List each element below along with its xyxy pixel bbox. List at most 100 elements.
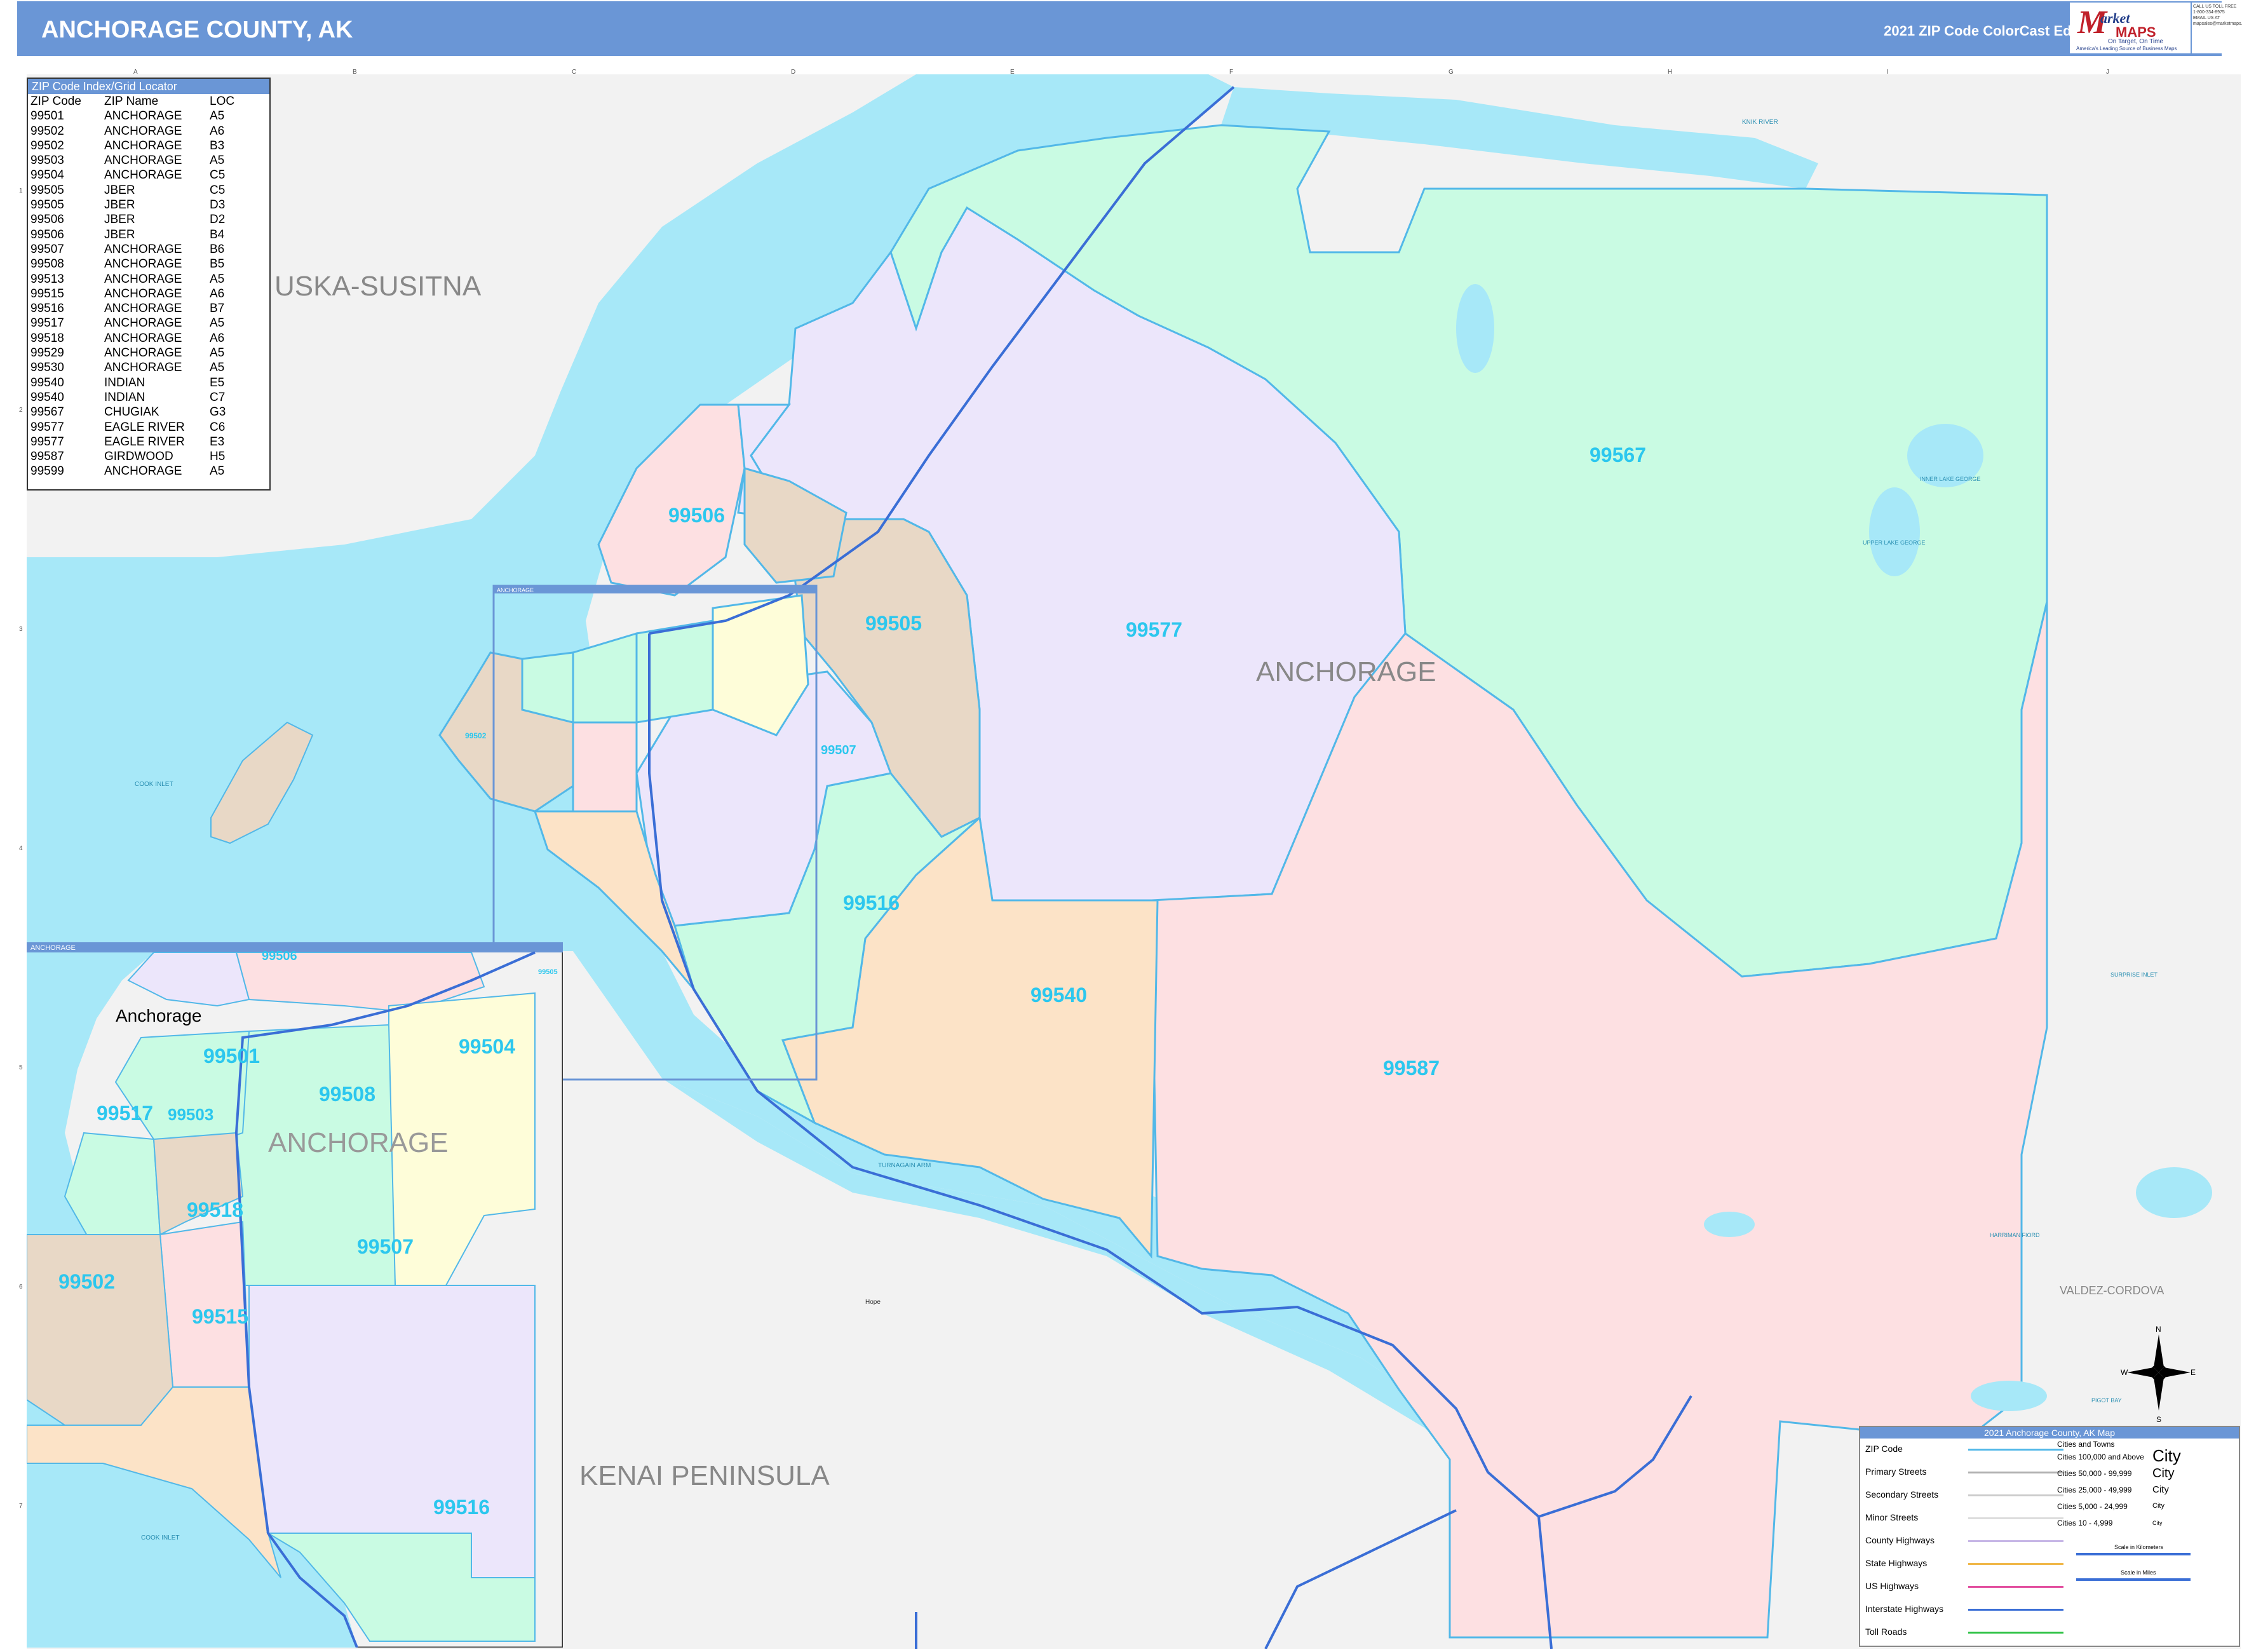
table-row[interactable]: 99567 CHUGIAK G3 (29, 405, 236, 419)
name-cell: JBER (104, 213, 135, 227)
edition-label: 2021 ZIP Code ColorCast Edition (1884, 23, 2101, 39)
lake (2136, 1167, 2212, 1218)
loc-cell: H5 (210, 450, 226, 464)
loc-cell: A6 (210, 124, 225, 138)
region-label-valdez: VALDEZ-CORDOVA (2060, 1284, 2164, 1297)
table-row[interactable]: 99577 EAGLE RIVER E3 (29, 435, 236, 449)
zip-99518-area[interactable] (572, 721, 638, 813)
table-row[interactable]: 99504 ANCHORAGE C5 (29, 168, 236, 182)
name-cell: ANCHORAGE (104, 287, 182, 301)
table-row[interactable]: 99502 ANCHORAGE A6 (29, 124, 236, 139)
table-row[interactable]: 99501 ANCHORAGE A5 (29, 109, 236, 123)
inset-zip-label: 99517 (97, 1102, 153, 1125)
loc-cell: E5 (210, 376, 225, 389)
contact-line: 1-800-334-8975 (2193, 10, 2225, 15)
logo-tagline: On Target, On Time (2108, 38, 2164, 45)
zip-index-header-row: ZIP Code ZIP Name LOC (29, 94, 236, 109)
table-row[interactable]: 99530 ANCHORAGE A5 (29, 360, 236, 375)
grid-row-label: 2 (19, 407, 23, 414)
grid-col-label: I (1887, 69, 1889, 76)
loc-cell: A6 (210, 287, 225, 301)
table-row[interactable]: 99508 ANCHORAGE B5 (29, 257, 236, 271)
table-row[interactable]: 99507 ANCHORAGE B6 (29, 242, 236, 257)
contact-line: EMAIL US AT (2193, 16, 2220, 20)
loc-cell: B6 (210, 242, 225, 256)
inset-zip-label: 99503 (168, 1105, 213, 1124)
loc-cell: A5 (210, 316, 225, 330)
table-row[interactable]: 99506 JBER D2 (29, 212, 236, 227)
inset-zip-label: 99508 (319, 1083, 375, 1106)
table-row[interactable]: 99577 EAGLE RIVER C6 (29, 420, 236, 435)
table-row[interactable]: 99506 JBER B4 (29, 227, 236, 242)
loc-cell: A6 (210, 331, 225, 345)
name-cell: ANCHORAGE (104, 346, 182, 360)
zip-cell: 99502 (30, 139, 64, 152)
name-cell: JBER (104, 198, 135, 212)
map-title: ANCHORAGE COUNTY, AK (41, 17, 353, 43)
legend-label: Interstate Highways (1865, 1604, 1943, 1614)
title-bar: ANCHORAGE COUNTY, AK 2021 ZIP Code Color… (17, 1, 2222, 56)
legend-label: US Highways (1865, 1581, 1919, 1591)
grid-col-label: F (1229, 69, 1234, 76)
legend-label: Toll Roads (1865, 1627, 1907, 1637)
name-cell: ANCHORAGE (104, 109, 182, 123)
legend-swatch (1968, 1586, 2063, 1588)
table-row[interactable]: 99503 ANCHORAGE A5 (29, 153, 236, 168)
table-row[interactable]: 99515 ANCHORAGE A6 (29, 287, 236, 301)
inset-city-label: Anchorage (116, 1006, 201, 1026)
loc-cell: A5 (210, 154, 225, 168)
grid-col-label: A (133, 69, 138, 76)
name-cell: JBER (104, 227, 135, 241)
zip-cell: 99540 (30, 390, 64, 404)
region-label-kenai: KENAI PENINSULA (579, 1460, 830, 1491)
inset-locator-header (494, 586, 816, 593)
zip-cell: 99517 (30, 316, 64, 330)
legend-label: ZIP Code (1865, 1444, 1903, 1454)
zip-label: 99587 (1383, 1057, 1440, 1080)
legend-swatch (1968, 1609, 2063, 1611)
name-cell: INDIAN (104, 376, 145, 389)
table-row[interactable]: 99505 JBER D3 (29, 198, 236, 212)
loc-cell: B4 (210, 227, 225, 241)
table-row[interactable]: 99587 GIRDWOOD H5 (29, 449, 236, 464)
table-row[interactable]: 99518 ANCHORAGE A6 (29, 331, 236, 346)
name-cell: ANCHORAGE (104, 139, 182, 152)
table-row[interactable]: 99529 ANCHORAGE A5 (29, 346, 236, 360)
table-row[interactable]: 99502 ANCHORAGE B3 (29, 139, 236, 153)
col-header-zip: ZIP Code (30, 95, 81, 108)
anchorage-inset-map[interactable]: ANCHORAGE Anchorage ANCHORAGE COOK INLET… (27, 942, 563, 1648)
market-maps-logo[interactable]: M arket MAPS On Target, On Time America'… (2070, 3, 2191, 53)
loc-cell: B7 (210, 302, 225, 316)
table-row[interactable]: 99516 ANCHORAGE B7 (29, 301, 236, 316)
grid-col-label: D (791, 69, 796, 76)
name-cell: EAGLE RIVER (104, 435, 185, 449)
water-label: SURPRISE INLET (2110, 972, 2158, 978)
legend-city-sample: City (2152, 1466, 2175, 1480)
inset-zip-99502-area[interactable] (27, 1234, 174, 1426)
table-row[interactable]: 99540 INDIAN E5 (29, 376, 236, 390)
table-row[interactable]: 99513 ANCHORAGE A5 (29, 272, 236, 287)
legend-swatch (1968, 1494, 2063, 1496)
legend-label: State Highways (1865, 1558, 1928, 1568)
zip-99517-area[interactable] (521, 651, 574, 724)
table-row[interactable]: 99599 ANCHORAGE A5 (29, 464, 236, 478)
water-label: COOK INLET (135, 781, 173, 788)
table-row[interactable]: 99517 ANCHORAGE A5 (29, 316, 236, 330)
loc-cell: C6 (210, 420, 226, 434)
compass-rose-icon: N S W E (2121, 1325, 2196, 1424)
inset-zip-99518-area[interactable] (159, 1221, 250, 1388)
loc-cell: A5 (210, 464, 225, 478)
scale-bar-mi (2076, 1578, 2191, 1581)
name-cell: ANCHORAGE (104, 242, 182, 256)
table-row[interactable]: 99540 INDIAN C7 (29, 390, 236, 405)
zip-cell: 99502 (30, 124, 64, 138)
zip-cell: 99513 (30, 272, 64, 286)
zip-label: 99506 (668, 504, 725, 527)
loc-cell: B3 (210, 139, 225, 152)
legend-city-range: Cities 10 - 4,999 (2057, 1519, 2113, 1527)
loc-cell: D3 (210, 198, 226, 212)
inset-zip-label: 99516 (433, 1496, 490, 1519)
loc-cell: E3 (210, 435, 225, 449)
zip-cell: 99503 (30, 154, 64, 168)
table-row[interactable]: 99505 JBER C5 (29, 183, 236, 198)
